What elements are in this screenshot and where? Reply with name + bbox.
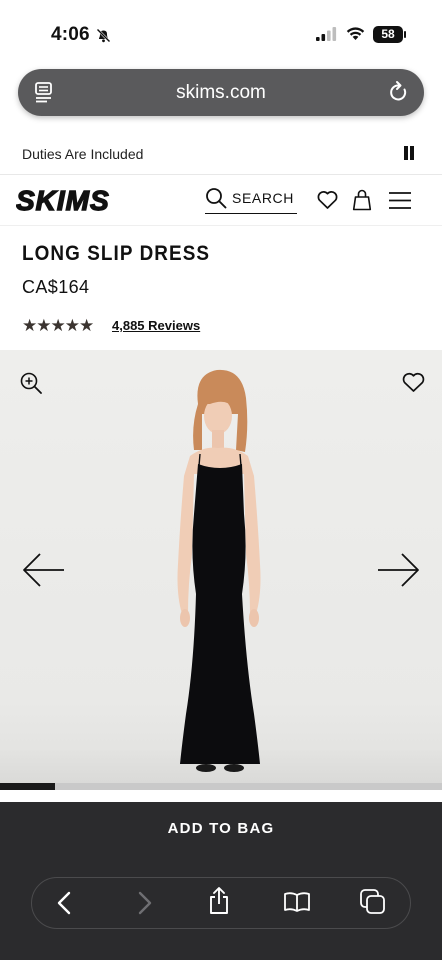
announcement-text: Duties Are Included	[22, 146, 144, 162]
wifi-icon	[345, 26, 366, 46]
status-time: 4:06	[51, 24, 90, 45]
announcement-bar: Duties Are Included	[0, 136, 442, 172]
add-to-bag-button[interactable]: ADD TO BAG	[0, 820, 442, 837]
zoom-in-icon[interactable]	[20, 372, 42, 399]
bag-icon[interactable]	[352, 188, 372, 216]
gallery-progress-bar	[0, 783, 442, 790]
pause-icon[interactable]	[402, 146, 416, 160]
menu-icon[interactable]	[389, 192, 411, 214]
url-text[interactable]: skims.com	[18, 82, 424, 104]
battery-cap	[404, 31, 406, 38]
arrow-right-icon[interactable]	[376, 552, 420, 593]
search-icon	[205, 187, 227, 214]
arrow-left-icon[interactable]	[22, 552, 66, 593]
reviews-link[interactable]: 4,885 Reviews	[112, 318, 200, 333]
chevron-right-icon[interactable]	[135, 890, 155, 921]
product-price: CA$164	[22, 277, 90, 297]
product-photo	[177, 369, 261, 772]
reload-icon[interactable]	[388, 80, 410, 109]
tabs-icon[interactable]	[359, 888, 387, 921]
address-bar[interactable]: skims.com	[18, 69, 424, 116]
bookmarks-icon[interactable]	[283, 891, 311, 918]
logo-text: SKIMS	[16, 186, 110, 214]
battery-icon: 58	[373, 26, 403, 43]
chevron-left-icon[interactable]	[55, 890, 75, 921]
cellular-signal-icon	[316, 27, 338, 46]
skims-logo[interactable]: SKIMS	[15, 184, 128, 219]
heart-icon[interactable]	[317, 190, 338, 215]
product-gallery[interactable]	[0, 350, 442, 790]
search-button[interactable]: SEARCH	[205, 186, 297, 214]
heart-icon[interactable]	[402, 372, 425, 398]
star-rating-icon: ★★★★★	[22, 316, 94, 335]
bell-slash-icon	[96, 28, 111, 48]
status-bar: 4:06 58	[0, 0, 442, 66]
product-name: LONG SLIP DRESS	[22, 242, 211, 265]
share-icon[interactable]	[207, 886, 231, 921]
gallery-progress-fill	[0, 783, 56, 790]
search-label: SEARCH	[232, 190, 294, 206]
